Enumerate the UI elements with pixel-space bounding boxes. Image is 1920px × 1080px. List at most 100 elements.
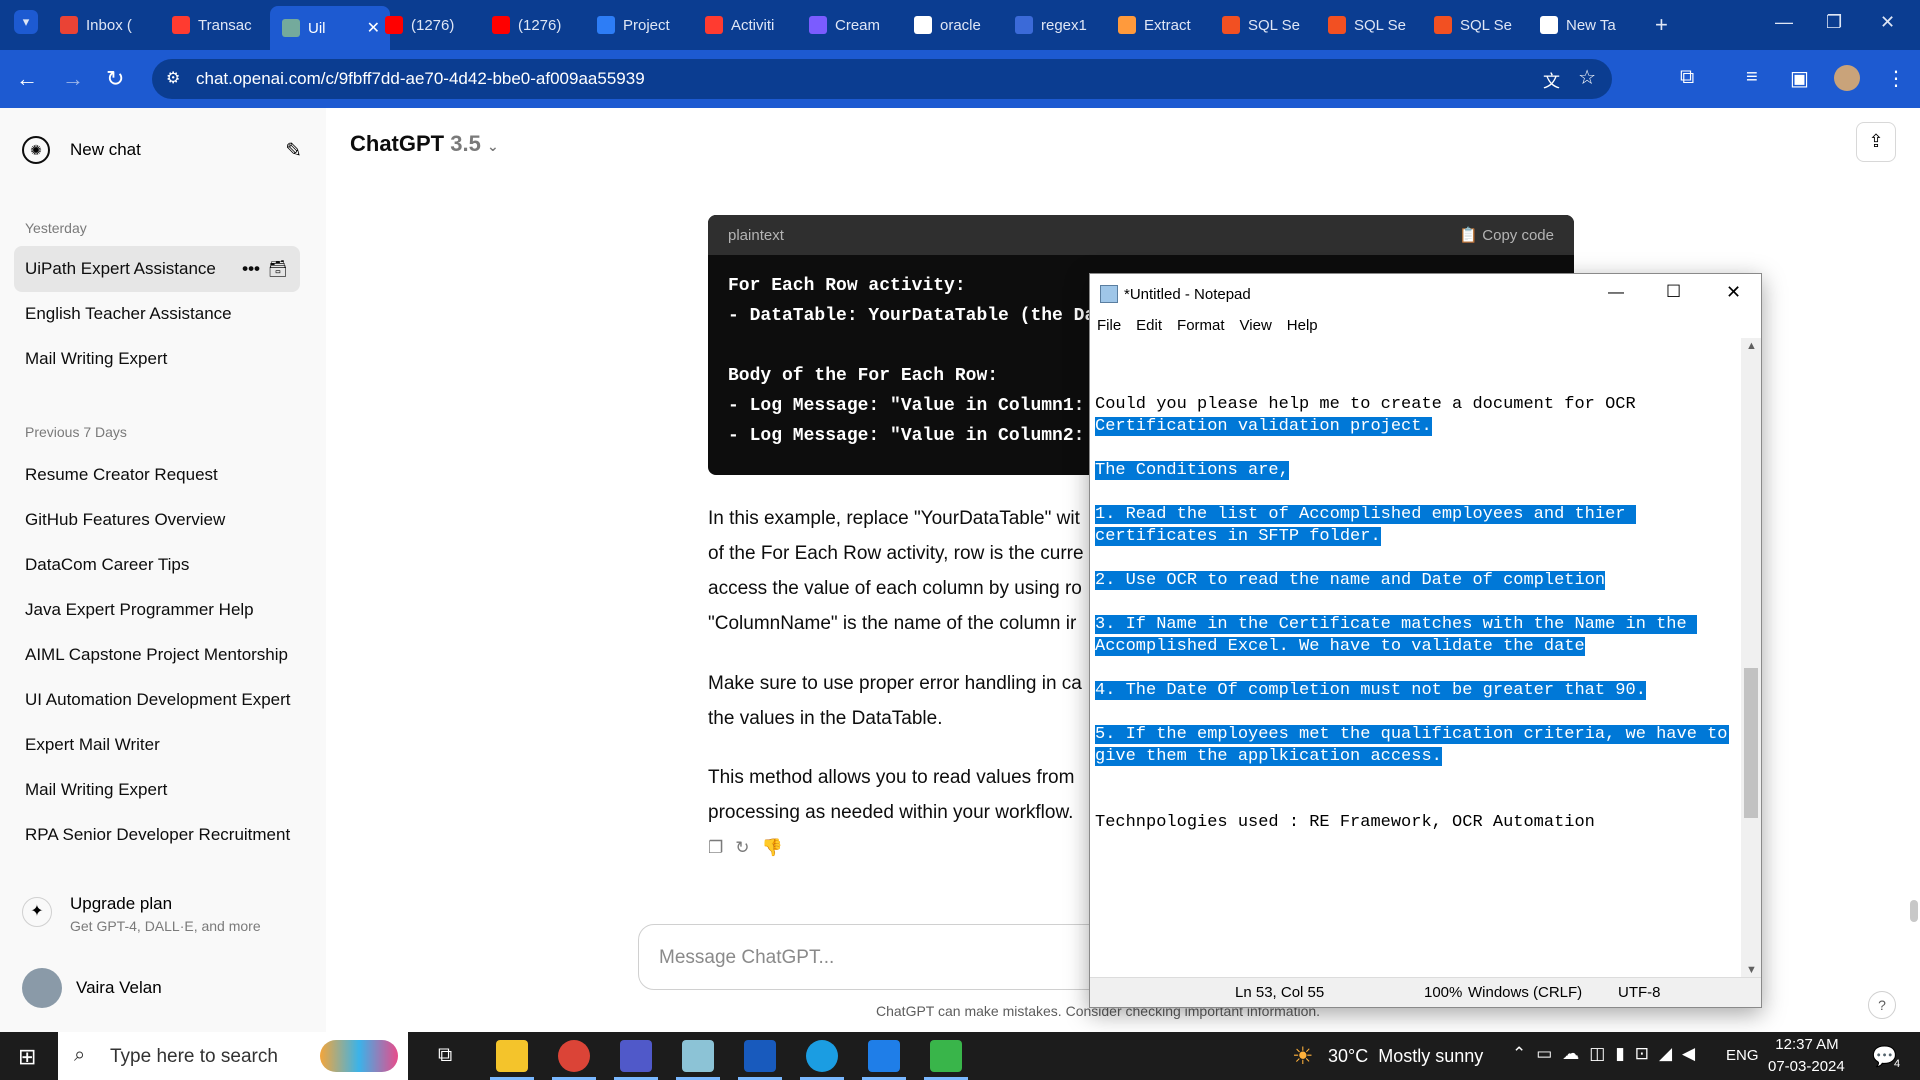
scroll-thumb[interactable] [1744,668,1758,818]
restore-window-icon[interactable]: ❐ [1826,12,1842,33]
notepad-text-area[interactable]: Could you please help me to create a doc… [1095,350,1729,920]
clock-time[interactable]: 12:37 AM [1772,1036,1842,1053]
close-window-icon[interactable]: ✕ [1880,12,1895,33]
browser-tab[interactable]: Transac [160,8,260,42]
sparkle-icon: ✦ [22,897,52,927]
history-item[interactable]: RPA Senior Developer Recruitment [14,812,300,858]
browser-tab[interactable]: SQL Se [1422,8,1522,42]
history-item[interactable]: Java Expert Programmer Help [14,587,300,633]
model-selector[interactable]: ChatGPT 3.5 ⌄ [350,131,499,157]
user-menu[interactable]: Vaira Velan [22,968,162,1008]
history-item[interactable]: UI Automation Development Expert [14,677,300,723]
paragraph-line: "ColumnName" is the name of the column i… [708,613,1077,634]
word-icon[interactable] [744,1040,776,1072]
maximize-icon[interactable]: ☐ [1666,282,1681,302]
file-explorer-icon[interactable] [496,1040,528,1072]
more-options-icon[interactable]: ••• [242,259,260,279]
media-control-icon[interactable]: ≡ [1746,66,1758,89]
menu-view[interactable]: View [1233,314,1280,338]
fade-divider [0,865,326,873]
browser-tab[interactable]: regex1 [1003,8,1103,42]
skype-icon[interactable] [868,1040,900,1072]
copy-code-button[interactable]: 📋 Copy code [1459,226,1554,244]
cursor-position: Ln 53, Col 55 [1235,984,1325,1001]
browser-tab[interactable]: Uil ✕ [270,6,390,50]
browser-tab[interactable]: SQL Se [1210,8,1310,42]
text-line: give them the applkication access. [1095,746,1729,768]
weather-icon[interactable]: ☀ [1292,1042,1314,1071]
selected-text: The Conditions are, [1095,461,1289,480]
menu-file[interactable]: File [1090,314,1129,338]
browser-tab[interactable]: (1276) [373,8,473,42]
menu-edit[interactable]: Edit [1129,314,1170,338]
history-item[interactable]: GitHub Features Overview [14,497,300,543]
help-icon[interactable]: ? [1868,991,1896,1019]
browser-tab[interactable]: Activiti [693,8,793,42]
history-item[interactable]: Resume Creator Request [14,452,300,498]
browser-tab[interactable]: SQL Se [1316,8,1416,42]
regenerate-icon[interactable]: ↻ [735,838,761,857]
scroll-down-icon[interactable]: ▼ [1746,964,1757,976]
extensions-icon[interactable]: ⧉ [1680,66,1694,89]
app-icon[interactable] [682,1040,714,1072]
browser-tab[interactable]: (1276) [480,8,580,42]
page-scrollbar[interactable] [1910,900,1918,922]
translate-icon[interactable]: 文 [1543,67,1560,92]
thumbs-down-icon[interactable]: 👎 [762,838,795,857]
history-item[interactable]: Expert Mail Writer [14,722,300,768]
history-item[interactable]: Mail Writing Expert [14,336,300,382]
history-item[interactable]: DataCom Career Tips [14,542,300,588]
address-bar[interactable]: ⚙ chat.openai.com/c/9fbff7dd-ae70-4d42-b… [152,59,1612,99]
edit-icon[interactable]: ✎ [285,138,302,163]
text-line [1095,702,1729,724]
browser-tab[interactable]: oracle [902,8,1002,42]
system-tray-icons[interactable]: ⌃▭☁◫▮⊡◢◀ [1512,1044,1705,1064]
task-view-icon[interactable]: ⧉ [438,1044,452,1067]
close-icon[interactable]: ✕ [1726,282,1741,303]
browser-tab[interactable]: New Ta [1528,8,1628,42]
bookmark-star-icon[interactable]: ☆ [1578,65,1596,90]
selected-text: 5. If the employees met the qualificatio… [1095,725,1729,744]
side-panel-icon[interactable]: ▣ [1790,66,1809,91]
language-indicator[interactable]: ENG [1726,1047,1759,1064]
scroll-up-icon[interactable]: ▲ [1746,340,1757,352]
archive-icon[interactable]: 🗃 [268,259,288,279]
edge-icon[interactable] [806,1040,838,1072]
minimize-window-icon[interactable]: — [1775,12,1793,33]
menu-help[interactable]: Help [1280,314,1326,338]
browser-tab[interactable]: Cream [797,8,897,42]
site-info-icon[interactable]: ⚙ [166,68,180,88]
forward-button[interactable]: → [62,65,84,93]
tab-favicon-icon [60,16,78,34]
windows-start-icon[interactable]: ⊞ [18,1044,36,1070]
history-item[interactable]: English Teacher Assistance [14,291,300,337]
history-item[interactable]: Mail Writing Expert [14,767,300,813]
tab-label: SQL Se [1460,16,1512,34]
taskbar-search-box[interactable]: ⌕ Type here to search [58,1032,408,1080]
tab-label: SQL Se [1354,16,1406,34]
back-button[interactable]: ← [16,65,38,93]
share-icon[interactable]: ⇪ [1856,122,1896,162]
clock-date[interactable]: 07-03-2024 [1768,1058,1845,1075]
notepad-titlebar[interactable]: *Untitled - Notepad — ☐ ✕ [1090,274,1761,314]
tab-search-icon[interactable]: ▾ [14,10,38,34]
copy-icon[interactable]: ❐ [708,838,735,857]
menu-format[interactable]: Format [1170,314,1233,338]
browser-tab[interactable]: Extract [1106,8,1206,42]
chrome-icon[interactable] [558,1040,590,1072]
browser-tab[interactable]: Project [585,8,685,42]
history-item[interactable]: AIML Capstone Project Mentorship [14,632,300,678]
notepad-scrollbar[interactable]: ▲ ▼ [1741,338,1761,978]
minimize-icon[interactable]: — [1608,284,1624,302]
new-tab-button[interactable]: + [1655,12,1668,38]
notepad-title: *Untitled - Notepad [1124,285,1251,303]
browser-menu-icon[interactable]: ⋮ [1886,66,1906,91]
profile-avatar[interactable] [1834,65,1860,91]
history-item[interactable]: UiPath Expert Assistance ••• 🗃 [14,246,300,292]
weather-text[interactable]: 30°C Mostly sunny [1328,1046,1483,1067]
browser-tab[interactable]: Inbox ( [48,8,148,42]
media-player-icon[interactable] [930,1040,962,1072]
reload-button[interactable]: ↻ [106,65,124,93]
new-chat-button[interactable]: ✺ New chat ✎ [22,130,302,170]
teams-icon[interactable] [620,1040,652,1072]
